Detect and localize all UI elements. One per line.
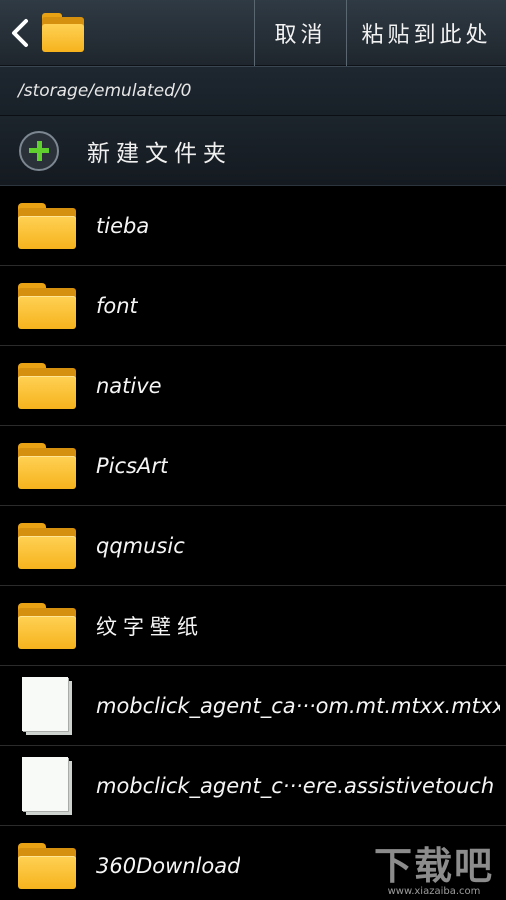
item-name: 纹字壁纸	[96, 614, 204, 639]
folder-list-item[interactable]: tieba	[0, 186, 506, 266]
item-name: tieba	[96, 213, 150, 238]
item-name: font	[96, 293, 138, 318]
row-icon-slot	[0, 346, 96, 426]
cancel-button[interactable]: 取消	[254, 0, 346, 66]
folder-list-item[interactable]: qqmusic	[0, 506, 506, 586]
new-folder-label: 新建文件夹	[87, 140, 232, 167]
folder-icon	[18, 362, 76, 409]
folder-icon	[18, 282, 76, 329]
row-icon-slot	[0, 426, 96, 506]
row-icon-slot	[0, 746, 96, 826]
cancel-label: 取消	[274, 22, 327, 48]
folder-list-item[interactable]: native	[0, 346, 506, 426]
action-bar: 取消 粘贴到此处	[0, 0, 506, 66]
item-name: mobclick_agent_ca···om.mt.mtxx.mtxx	[96, 693, 500, 718]
folder-list-item[interactable]: 纹字壁纸	[0, 586, 506, 666]
item-name: native	[96, 373, 162, 398]
file-list[interactable]: tieba font native PicsArt qqmusic 纹字壁纸 mobclic…	[0, 186, 506, 900]
folder-icon	[18, 202, 76, 249]
path-breadcrumb: /storage/emulated/0	[0, 66, 506, 116]
folder-list-item[interactable]: 360Download	[0, 826, 506, 900]
back-button[interactable]	[0, 0, 92, 66]
folder-icon	[18, 602, 76, 649]
file-icon	[22, 756, 72, 815]
file-list-item[interactable]: mobclick_agent_ca···om.mt.mtxx.mtxx	[0, 666, 506, 746]
row-icon-slot	[0, 586, 96, 666]
row-icon-slot	[0, 666, 96, 746]
row-icon-slot	[0, 506, 96, 586]
folder-list-item[interactable]: PicsArt	[0, 426, 506, 506]
folder-app-icon	[40, 12, 86, 53]
item-name: 360Download	[96, 854, 241, 878]
item-name: mobclick_agent_c···ere.assistivetouch	[96, 773, 495, 798]
paste-here-label: 粘贴到此处	[361, 22, 492, 48]
plus-icon	[19, 130, 59, 171]
folder-icon	[18, 442, 76, 489]
new-folder-button[interactable]: 新建文件夹	[0, 116, 506, 186]
item-name: qqmusic	[96, 533, 185, 558]
row-icon-slot	[0, 266, 96, 346]
paste-here-button[interactable]: 粘贴到此处	[346, 0, 506, 66]
file-icon	[22, 676, 72, 735]
row-icon-slot	[0, 826, 96, 900]
item-name: PicsArt	[96, 453, 169, 478]
file-list-item[interactable]: mobclick_agent_c···ere.assistivetouch	[0, 746, 506, 826]
folder-list-item[interactable]: font	[0, 266, 506, 346]
folder-icon	[18, 522, 76, 569]
current-path: /storage/emulated/0	[18, 81, 192, 101]
chevron-left-icon	[6, 0, 34, 66]
row-icon-slot	[0, 186, 96, 266]
folder-icon	[18, 843, 76, 889]
